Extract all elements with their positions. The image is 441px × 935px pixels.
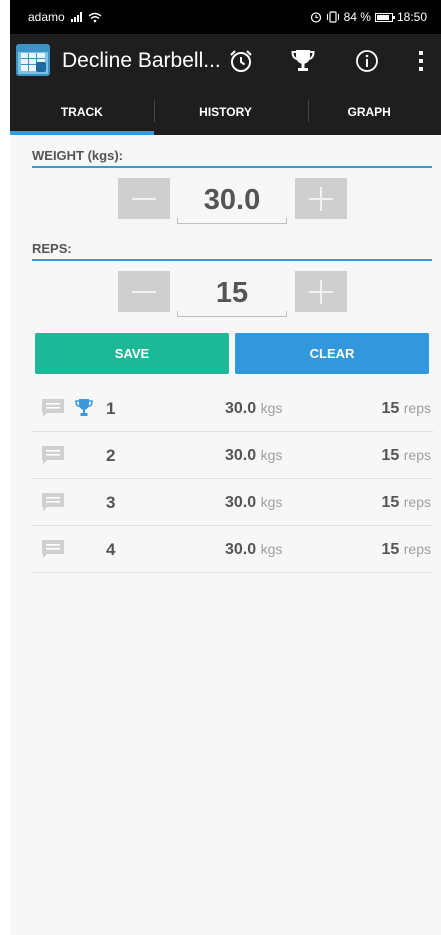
tab-divider — [154, 100, 155, 122]
comment-icon[interactable] — [42, 399, 64, 417]
tab-history[interactable]: HISTORY — [154, 88, 298, 135]
alarm-status-icon — [310, 12, 321, 23]
minus-icon — [132, 197, 156, 200]
status-bar: adamo 84 % 18:50 — [10, 0, 441, 34]
record-trophy-icon — [75, 399, 93, 416]
signal-icon — [70, 12, 82, 22]
tab-track[interactable]: TRACK — [10, 88, 154, 135]
carrier-name: adamo — [28, 10, 65, 24]
clock: 18:50 — [396, 10, 427, 24]
list-item[interactable]: 3 30.0 kgs 15 reps — [32, 479, 433, 526]
app-logo-icon[interactable] — [16, 44, 50, 76]
weight-decrease-button[interactable] — [118, 178, 170, 219]
list-item[interactable]: 4 30.0 kgs 15 reps — [32, 526, 433, 573]
tab-divider — [308, 100, 309, 122]
app-frame: adamo 84 % 18:50 Decline Barbell... TRAC… — [10, 0, 441, 935]
weight-label: WEIGHT (kgs): — [32, 148, 432, 168]
set-weight: 30.0 kgs — [225, 494, 283, 511]
set-weight: 30.0 kgs — [225, 541, 283, 558]
alarm-clock-icon — [230, 50, 252, 72]
records-button[interactable] — [285, 43, 321, 79]
set-number: 3 — [106, 493, 116, 512]
trophy-icon — [291, 50, 315, 71]
tab-bar: TRACK HISTORY GRAPH — [10, 88, 441, 135]
battery-percent: 84 % — [343, 10, 371, 24]
info-icon — [356, 50, 378, 72]
comment-icon[interactable] — [42, 540, 64, 558]
set-reps: 15 reps — [381, 400, 431, 417]
minus-icon — [132, 290, 156, 293]
set-weight: 30.0 kgs — [225, 447, 283, 464]
alarm-clock-button[interactable] — [223, 43, 259, 79]
save-button[interactable]: SAVE — [35, 333, 229, 374]
list-item[interactable]: 2 30.0 kgs 15 reps — [32, 432, 433, 479]
reps-label: REPS: — [32, 241, 432, 261]
set-reps: 15 reps — [381, 541, 431, 558]
weight-increase-button[interactable] — [295, 178, 347, 219]
action-bar: Decline Barbell... — [10, 34, 441, 88]
comment-icon[interactable] — [42, 493, 64, 511]
set-reps: 15 reps — [381, 494, 431, 511]
comment-icon[interactable] — [42, 446, 64, 464]
overflow-menu-icon — [419, 51, 423, 71]
vibrate-icon — [326, 11, 339, 23]
set-weight: 30.0 kgs — [225, 400, 283, 417]
overflow-menu-button[interactable] — [403, 43, 439, 79]
set-number: 1 — [106, 399, 116, 418]
set-number: 4 — [106, 540, 116, 559]
wifi-icon — [88, 12, 102, 22]
list-item[interactable]: 1 30.0 kgs 15 reps — [32, 385, 433, 432]
tab-graph[interactable]: GRAPH — [297, 88, 441, 135]
info-button[interactable] — [349, 43, 385, 79]
reps-increase-button[interactable] — [295, 271, 347, 312]
reps-decrease-button[interactable] — [118, 271, 170, 312]
clear-button[interactable]: CLEAR — [235, 333, 429, 374]
set-reps: 15 reps — [381, 447, 431, 464]
set-number: 2 — [106, 446, 116, 465]
battery-icon — [374, 12, 395, 22]
page-title: Decline Barbell... — [62, 49, 221, 72]
set-list: 1 30.0 kgs 15 reps 2 30.0 kgs 15 reps 3 … — [32, 385, 433, 573]
reps-input[interactable]: 15 — [177, 273, 287, 317]
weight-input[interactable]: 30.0 — [177, 180, 287, 224]
